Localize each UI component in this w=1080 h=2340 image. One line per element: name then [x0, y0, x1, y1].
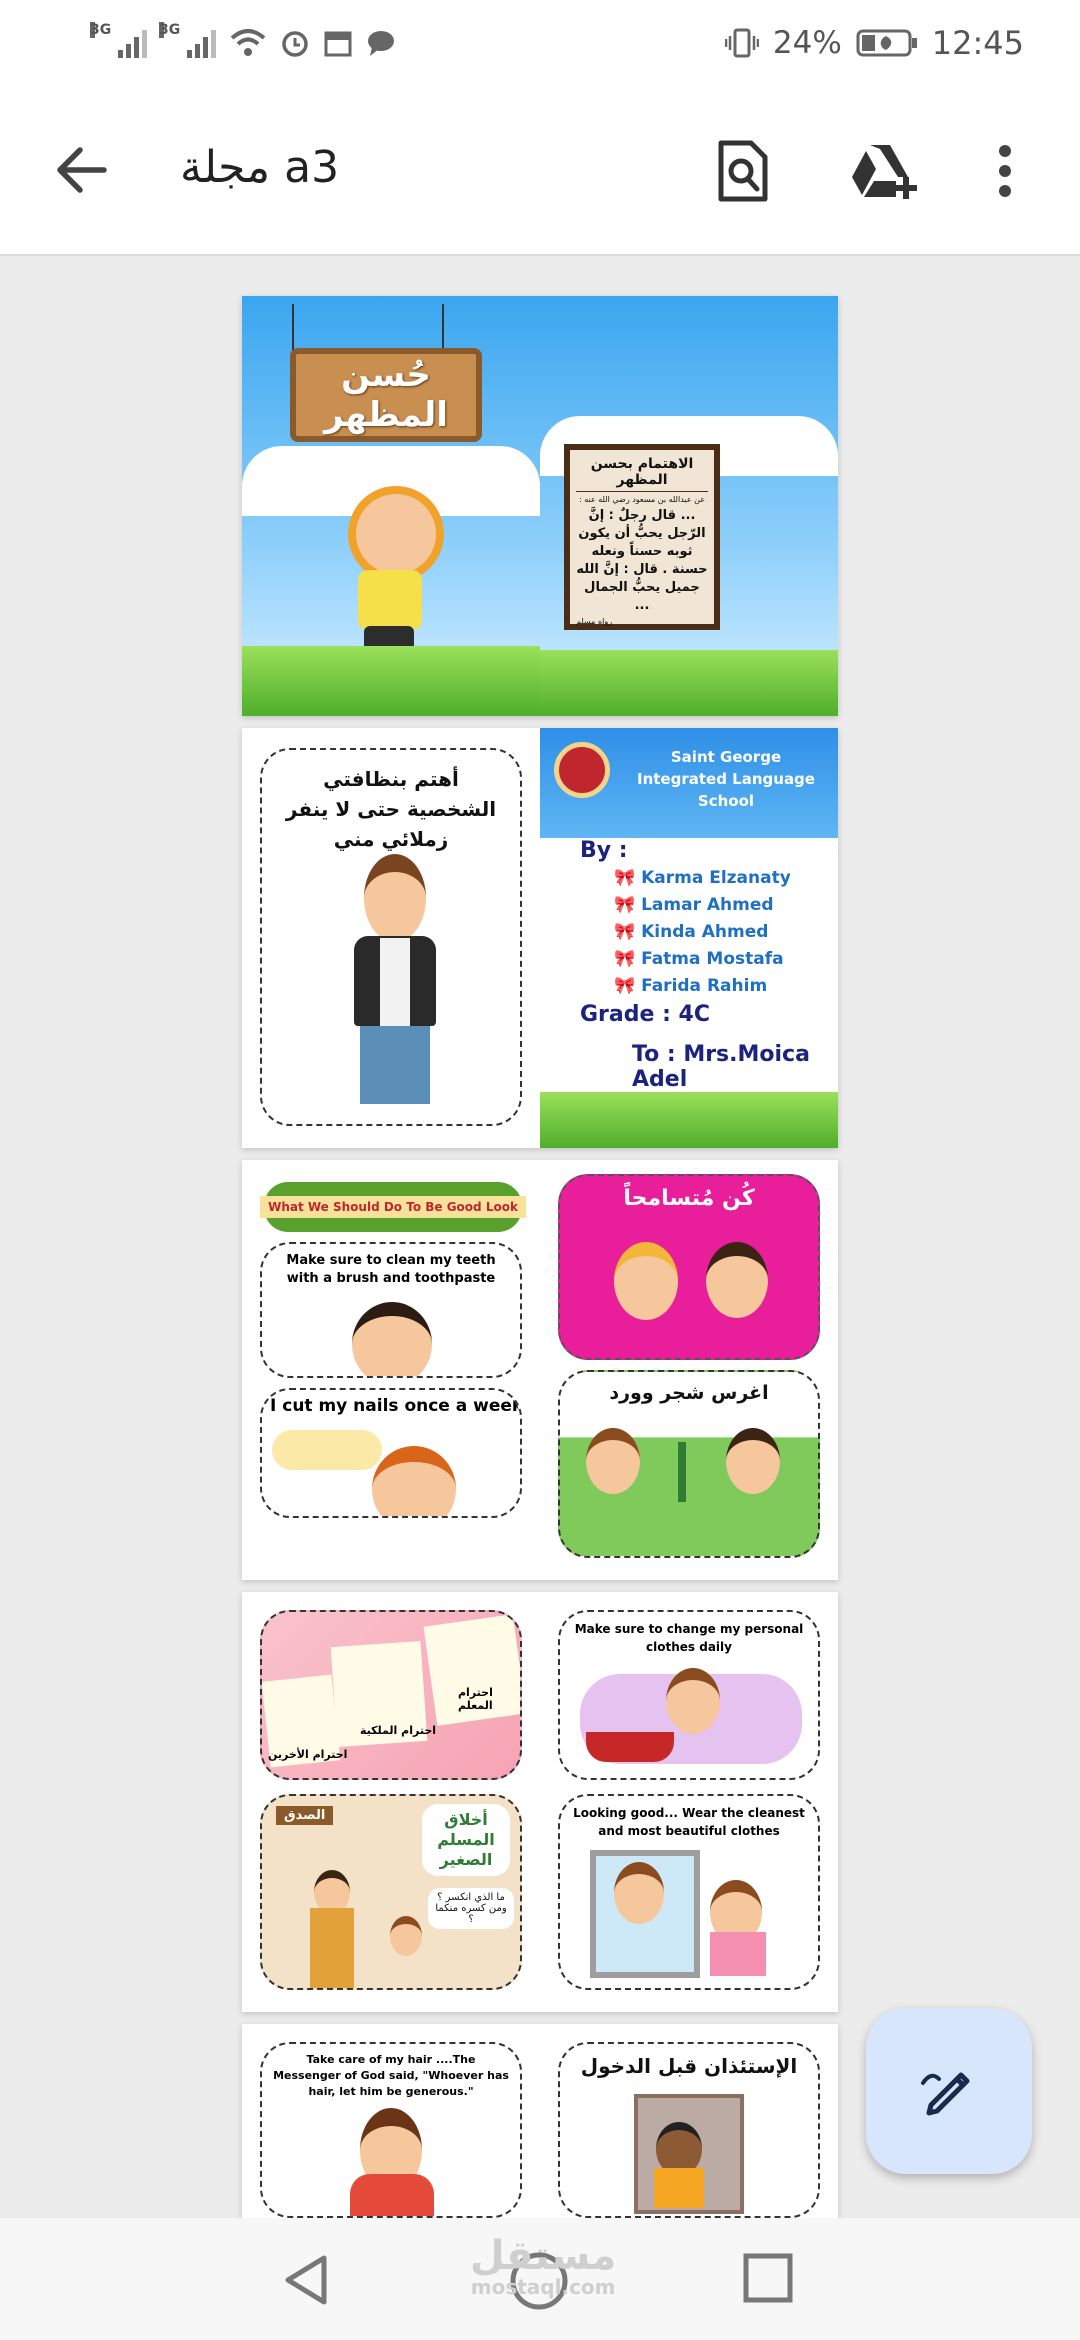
teacher-label: To : Mrs.Moica Adel	[632, 1042, 810, 1092]
author-item: 🎀 Karma Elzanaty	[614, 868, 791, 888]
page-1: حُسن المظهر الاهتمام بحسن المظهر عن عبدا…	[242, 296, 838, 716]
page-5: Take care of my hair ....The Messenger o…	[242, 2024, 838, 2218]
author-item: 🎀 Fatma Mostafa	[614, 949, 784, 969]
status-left: 3G 3G	[90, 22, 396, 58]
author-item: 🎀 Kinda Ahmed	[614, 922, 769, 942]
network-type-1: 3G	[90, 22, 112, 38]
nails-illustration	[272, 1430, 382, 1470]
document-title: مجلة a3	[180, 142, 340, 193]
page-3: What We Should Do To Be Good Look Make s…	[242, 1160, 838, 1580]
wifi-icon	[230, 29, 266, 56]
hair-card-text: Take care of my hair ....The Messenger o…	[273, 2053, 509, 2098]
battery-percent: 24%	[772, 25, 842, 61]
hadith-source: رواه مسلم	[576, 617, 613, 626]
by-label: By :	[580, 838, 628, 863]
respect-card: احترام الأخرين احترام الملكية احترام الم…	[260, 1610, 522, 1780]
network-type-2: 3G	[159, 22, 181, 38]
nav-recents-icon	[743, 2253, 793, 2303]
page-4: احترام الأخرين احترام الملكية احترام الم…	[242, 1592, 838, 2012]
hadith-narrator: عن عبدالله بن مسعود رضي الله عنه :	[578, 495, 706, 504]
author-item: 🎀 Lamar Ahmed	[614, 895, 774, 915]
teeth-card: Make sure to clean my teeth with a brush…	[260, 1242, 522, 1378]
chat-icon	[368, 31, 394, 56]
respect-label-2: احترام الملكية	[360, 1724, 437, 1737]
boy-illustration-2	[706, 1242, 768, 1318]
authors-list: 🎀 Karma Elzanaty 🎀 Lamar Ahmed 🎀 Kinda A…	[614, 868, 791, 1003]
school-logo	[554, 742, 610, 798]
vibrate-icon	[724, 28, 759, 58]
grade-label: Grade : 4C	[580, 1002, 710, 1027]
laundry-basket	[586, 1732, 674, 1762]
good-look-banner: What We Should Do To Be Good Look	[260, 1182, 526, 1232]
brushing-girl-illustration	[352, 1302, 432, 1376]
signal-1-icon: 3G	[90, 22, 147, 58]
status-bar: 3G 3G 24% 12:45	[0, 0, 1080, 86]
nails-card: I cut my nails once a week	[260, 1388, 522, 1518]
cover-panel: حُسن المظهر	[242, 296, 540, 716]
clean-clothes-card: Looking good... Wear the cleanest and mo…	[558, 1794, 820, 1990]
muslim-manners-title: أخلاق المسلم الصغير	[422, 1804, 510, 1876]
respect-label-3: احترام المعلم	[458, 1686, 493, 1712]
forgiving-card-text: كُن مُتسامحاً	[623, 1186, 755, 1211]
change-clothes-text: Make sure to change my personal clothes …	[574, 1622, 804, 1654]
watermark-ar: مستقل	[470, 2233, 617, 2279]
signal-2-icon: 3G	[159, 22, 216, 58]
clean-clothes-text: Looking good... Wear the cleanest and mo…	[573, 1806, 805, 1838]
nav-back-button[interactable]	[280, 2252, 340, 2312]
alarm-icon	[282, 31, 308, 57]
find-in-page-icon	[718, 140, 768, 202]
nav-recents-button[interactable]	[742, 2252, 800, 2310]
hadith-board: الاهتمام بحسن المظهر عن عبدالله بن مسعود…	[564, 444, 720, 630]
girl-illustration	[328, 486, 448, 666]
find-in-page-button[interactable]	[708, 136, 778, 206]
app-bar: مجلة a3	[0, 86, 1080, 256]
add-to-drive-button[interactable]	[850, 136, 920, 206]
arrow-back-icon	[57, 147, 107, 193]
manners-question: ما الذي انكسر ؟ ومن كسره منكما ؟	[428, 1888, 514, 1929]
hadith-board-title: الاهتمام بحسن المظهر	[576, 456, 708, 492]
document-viewer[interactable]: حُسن المظهر الاهتمام بحسن المظهر عن عبدا…	[0, 256, 1080, 2218]
cover-sign-title: حُسن المظهر	[324, 355, 448, 435]
hadith-body: ... قال رجلٌ : إنَّ الرّجل يحبُّ أن يكون…	[576, 508, 708, 613]
good-look-banner-text: What We Should Do To Be Good Look	[260, 1196, 526, 1218]
school-name: Saint George Integrated Language School	[637, 748, 815, 810]
permission-card-text: الإستئذان قبل الدخول	[580, 2054, 798, 2078]
boy-illustration	[346, 854, 442, 1114]
back-button[interactable]	[52, 140, 112, 200]
nails-card-text: I cut my nails once a week	[270, 1396, 522, 1416]
girl-illustration-2	[614, 1242, 678, 1320]
edit-pen-icon	[921, 2072, 970, 2116]
edit-fab[interactable]	[866, 2008, 1032, 2174]
author-item: 🎀 Farida Rahim	[614, 976, 768, 996]
hadith-panel: الاهتمام بحسن المظهر عن عبدالله بن مسعود…	[540, 296, 838, 716]
forgiving-card: كُن مُتسامحاً	[558, 1174, 820, 1360]
credits-panel: Saint George Integrated Language School …	[540, 728, 838, 1148]
cover-sign: حُسن المظهر	[290, 348, 482, 442]
battery-icon	[856, 29, 917, 57]
add-to-drive-icon	[852, 145, 917, 199]
planting-card-text: اغرس شجر وورد	[609, 1382, 769, 1404]
watermark: مستقل mostaql.com	[470, 2236, 616, 2298]
hygiene-card-text: أهتم بنظافتي الشخصية حتى لا ينفر زملائي …	[285, 767, 497, 851]
plant-illustration	[678, 1442, 686, 1502]
muslim-manners-card: الصدق أخلاق المسلم الصغير ما الذي انكسر …	[260, 1794, 522, 1990]
clock: 12:45	[931, 24, 1024, 62]
truth-label: الصدق	[276, 1806, 334, 1825]
permission-card: الإستئذان قبل الدخول	[558, 2042, 820, 2218]
hygiene-card: أهتم بنظافتي الشخصية حتى لا ينفر زملائي …	[260, 748, 522, 1126]
respect-label-1: احترام الأخرين	[268, 1748, 348, 1761]
more-options-button[interactable]	[980, 136, 1030, 206]
more-vert-icon	[999, 145, 1011, 197]
watermark-en: mostaql.com	[470, 2275, 616, 2299]
calendar-icon	[324, 31, 352, 57]
nav-back-icon	[285, 2255, 327, 2305]
status-right: 24% 12:45	[724, 24, 1024, 62]
teeth-card-text: Make sure to clean my teeth with a brush…	[286, 1253, 496, 1286]
hair-card: Take care of my hair ....The Messenger o…	[260, 2042, 522, 2218]
change-clothes-card: Make sure to change my personal clothes …	[558, 1610, 820, 1780]
planting-card: اغرس شجر وورد	[558, 1370, 820, 1558]
page-2: أهتم بنظافتي الشخصية حتى لا ينفر زملائي …	[242, 728, 838, 1148]
